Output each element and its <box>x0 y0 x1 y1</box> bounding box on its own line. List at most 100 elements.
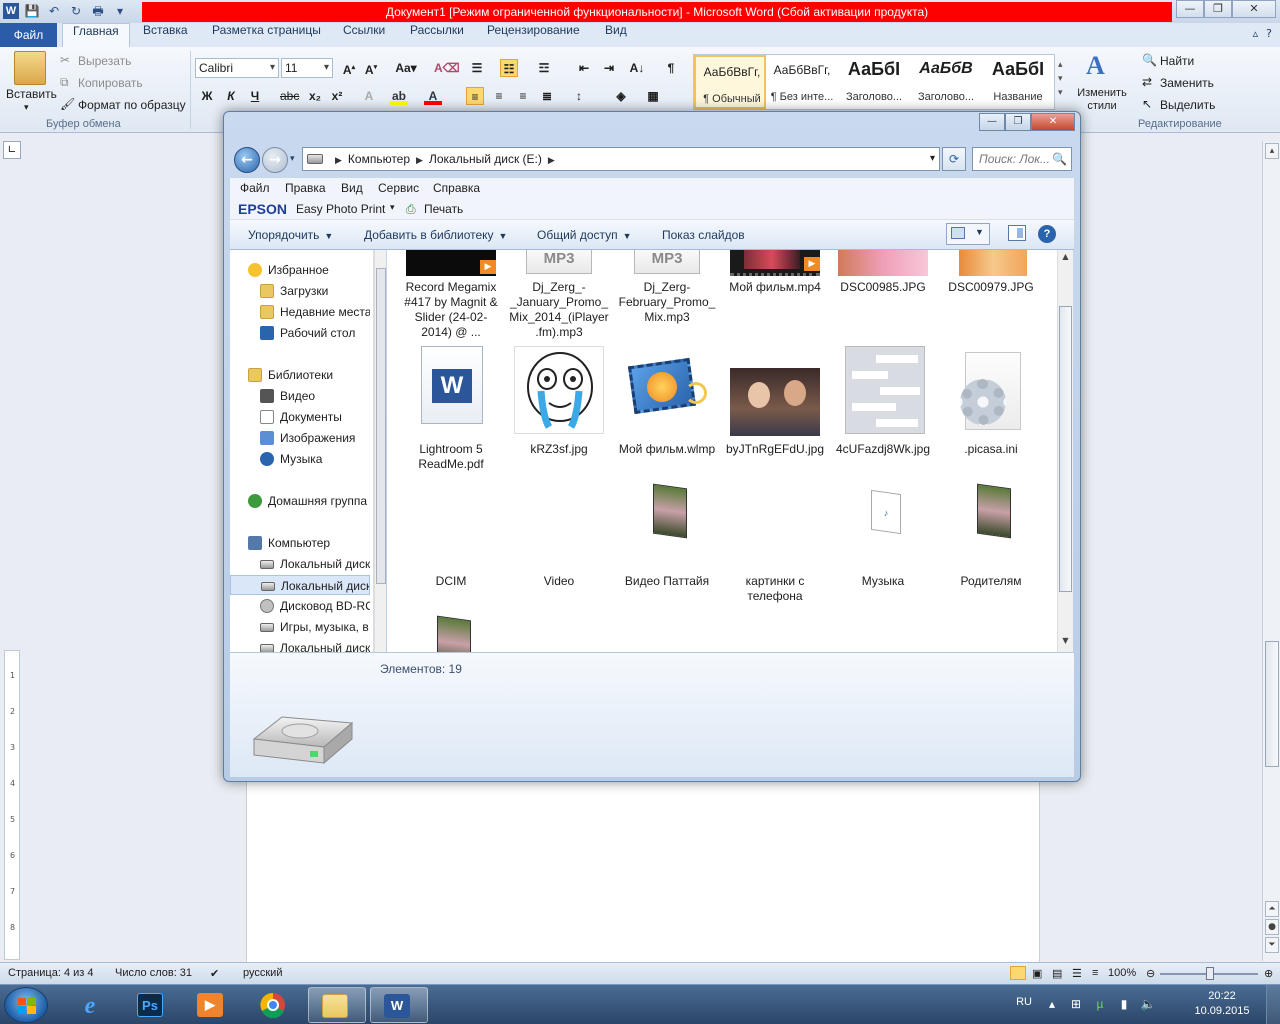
clock[interactable]: 20:22 10.09.2015 <box>1190 989 1254 1019</box>
forward-button[interactable]: → <box>262 147 288 173</box>
nav-item[interactable]: Рабочий стол <box>230 323 370 343</box>
back-button[interactable]: ← <box>234 147 260 173</box>
style-heading-1[interactable]: АаБбI Заголово... <box>838 55 910 109</box>
shading-icon[interactable]: ◈ <box>612 87 630 105</box>
windows-flag-tray-icon[interactable]: ⊞ <box>1068 997 1084 1013</box>
nav-item[interactable]: Локальный диск <box>230 638 370 652</box>
style-no-spacing[interactable]: АаБбВвГг, ¶ Без инте... <box>766 55 838 109</box>
replace-icon[interactable]: ⇄ <box>1142 75 1152 89</box>
change-case-icon[interactable]: Aa▾ <box>394 59 418 77</box>
customize-qat-icon[interactable]: ▾ <box>112 3 128 19</box>
nav-item[interactable]: Библиотеки <box>230 365 370 385</box>
tab-insert[interactable]: Вставка <box>143 23 188 47</box>
cut-button[interactable]: Вырезать <box>78 54 131 68</box>
maximize-button[interactable]: ❐ <box>1204 0 1232 18</box>
nav-scroll-thumb[interactable] <box>376 268 386 584</box>
draft-icon[interactable]: ≡ <box>1092 967 1098 979</box>
tab-review[interactable]: Рецензирование <box>487 23 580 47</box>
minimize-button[interactable]: — <box>1176 0 1204 18</box>
word-count[interactable]: Число слов: 31 <box>115 967 192 979</box>
zoom-in-icon[interactable]: ⊕ <box>1264 967 1273 980</box>
slideshow-button[interactable]: Показ слайдов <box>662 228 745 242</box>
menu-tools[interactable]: Сервис <box>378 181 419 195</box>
align-left-icon[interactable]: ≡ <box>466 87 484 105</box>
shrink-font-icon[interactable]: A▾ <box>362 59 380 77</box>
underline-icon[interactable]: Ч <box>246 87 264 105</box>
paste-icon[interactable] <box>14 51 46 85</box>
numbering-icon[interactable]: ☷ <box>500 59 518 77</box>
outline-icon[interactable]: ☰ <box>1072 967 1082 980</box>
multilevel-list-icon[interactable]: ☲ <box>535 59 553 77</box>
utorrent-icon[interactable]: µ <box>1092 997 1108 1013</box>
input-language[interactable]: RU <box>1016 996 1032 1008</box>
nav-item[interactable]: Загрузки <box>230 281 370 301</box>
nav-item[interactable]: Изображения <box>230 428 370 448</box>
borders-icon[interactable]: ▦ <box>644 87 662 105</box>
zoom-out-icon[interactable]: ⊖ <box>1146 967 1155 980</box>
proofing-icon[interactable]: ✔ <box>210 967 219 980</box>
highlight-icon[interactable]: ab <box>390 87 408 105</box>
content-scroll-thumb[interactable] <box>1059 306 1072 592</box>
nav-scrollbar[interactable] <box>374 250 386 652</box>
network-icon[interactable]: ▮ <box>1116 997 1132 1013</box>
scroll-down-icon[interactable]: ▼ <box>1059 636 1072 650</box>
show-desktop-button[interactable] <box>1266 985 1280 1024</box>
line-spacing-icon[interactable]: ↕ <box>570 87 588 105</box>
epson-print-button[interactable]: Печать <box>424 202 463 216</box>
copy-button[interactable]: Копировать <box>78 76 143 90</box>
explorer-maximize-button[interactable]: ❐ <box>1005 113 1031 131</box>
add-to-library-button[interactable]: Добавить в библиотеку ▼ <box>364 228 507 242</box>
decrease-indent-icon[interactable]: ⇤ <box>575 59 593 77</box>
menu-view[interactable]: Вид <box>341 181 363 195</box>
increase-indent-icon[interactable]: ⇥ <box>600 59 618 77</box>
printer-icon[interactable]: ⎙ <box>406 202 416 217</box>
scroll-next-page-icon[interactable]: ⏷ <box>1265 937 1279 953</box>
refresh-button[interactable]: ⟳ <box>942 147 966 171</box>
tab-page-layout[interactable]: Разметка страницы <box>212 23 321 47</box>
sort-icon[interactable]: A↓ <box>628 59 646 77</box>
content-scrollbar[interactable]: ▲ ▼ <box>1057 250 1073 652</box>
help-icon[interactable]: ? <box>1266 27 1272 40</box>
paste-dropdown-icon[interactable]: ▾ <box>24 102 29 113</box>
style-normal[interactable]: АаБбВвГг, ¶ Обычный <box>694 55 766 109</box>
justify-icon[interactable]: ≣ <box>538 87 556 105</box>
search-input[interactable]: Поиск: Лок... 🔍 <box>972 147 1072 171</box>
find-icon[interactable]: 🔍 <box>1142 53 1157 67</box>
tab-file[interactable]: Файл <box>0 23 57 47</box>
explorer-close-button[interactable]: ✕ <box>1031 113 1075 131</box>
full-screen-icon[interactable]: ▣ <box>1032 967 1042 980</box>
chevron-right-icon[interactable]: ▶ <box>335 155 342 165</box>
change-view-button[interactable]: ▼ <box>946 223 990 245</box>
zoom-level[interactable]: 100% <box>1108 967 1136 979</box>
menu-edit[interactable]: Правка <box>285 181 326 195</box>
ribbon-collapse-icon[interactable]: ▵ <box>1253 27 1259 40</box>
page-count[interactable]: Страница: 4 из 4 <box>8 967 94 979</box>
chevron-right-icon[interactable]: ▶ <box>416 155 423 165</box>
scroll-prev-page-icon[interactable]: ⏶ <box>1265 901 1279 917</box>
search-icon[interactable]: 🔍 <box>1052 148 1067 170</box>
font-size-select[interactable]: 11 <box>281 58 333 78</box>
print-layout-icon[interactable] <box>1010 966 1026 980</box>
recent-pages-icon[interactable]: ▾ <box>290 154 295 164</box>
address-bar[interactable]: ▶ Компьютер ▶ Локальный диск (E:) ▶ ▾ <box>302 147 940 171</box>
nav-item[interactable]: Документы <box>230 407 370 427</box>
preview-pane-icon[interactable] <box>1008 225 1026 241</box>
font-name-select[interactable]: Calibri <box>195 58 279 78</box>
language-indicator[interactable]: русский <box>243 967 282 979</box>
tab-references[interactable]: Ссылки <box>343 23 385 47</box>
copy-icon[interactable]: ⧉ <box>60 75 69 90</box>
tray-expand-icon[interactable]: ▴ <box>1044 997 1060 1013</box>
start-button[interactable] <box>4 987 48 1023</box>
style-heading-2[interactable]: АаБбВ Заголово... <box>910 55 982 109</box>
select-icon[interactable]: ↖ <box>1142 97 1152 111</box>
epson-dropdown-icon[interactable]: ▾ <box>390 202 395 213</box>
taskbar-media-player[interactable]: ▶ <box>184 987 238 1023</box>
grow-font-icon[interactable]: A▴ <box>340 59 358 77</box>
replace-button[interactable]: Заменить <box>1160 76 1214 90</box>
organize-button[interactable]: Упорядочить ▼ <box>248 228 333 242</box>
chevron-right-icon[interactable]: ▶ <box>548 155 555 165</box>
web-layout-icon[interactable]: ▤ <box>1052 967 1062 980</box>
style-title[interactable]: АаБбI Название <box>982 55 1054 109</box>
strikethrough-icon[interactable]: abc <box>280 87 299 105</box>
print-icon[interactable]: 🖶 <box>90 3 106 19</box>
